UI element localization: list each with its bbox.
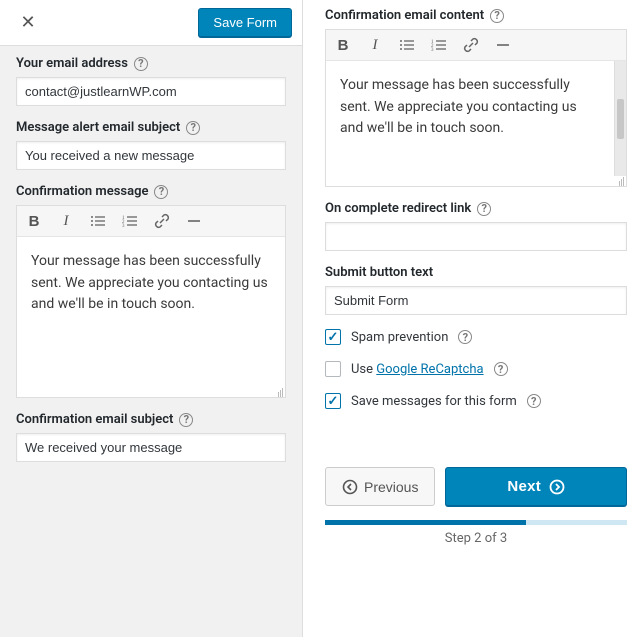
alert-subject-label: Message alert email subject ? (16, 120, 286, 135)
confirmation-message-label: Confirmation message ? (16, 184, 286, 199)
link-icon[interactable] (153, 212, 171, 230)
next-button[interactable]: Next (445, 467, 627, 506)
submit-text-field[interactable] (325, 286, 627, 315)
help-icon[interactable]: ? (477, 202, 491, 216)
redirect-label-text: On complete redirect link (325, 201, 471, 216)
conf-email-content-text: Confirmation email content (325, 8, 484, 23)
conf-subject-label: Confirmation email subject ? (16, 412, 286, 427)
svg-text:3: 3 (431, 48, 434, 53)
recaptcha-prefix: Use (351, 362, 373, 377)
email-label-text: Your email address (16, 56, 128, 71)
conf-email-editor: B I 123 Your message has been successful… (325, 29, 627, 187)
help-icon[interactable]: ? (494, 362, 508, 376)
save-messages-label: Save messages for this form (351, 394, 517, 409)
next-label: Next (507, 478, 541, 495)
spam-prevention-checkbox[interactable] (325, 329, 341, 345)
close-icon[interactable]: ✕ (14, 9, 42, 37)
italic-icon[interactable]: I (57, 212, 75, 230)
step-indicator: Step 2 of 3 (325, 531, 627, 546)
svg-text:3: 3 (122, 224, 125, 229)
confirmation-editor: B I 123 Your message has been succ (16, 205, 286, 398)
arrow-right-icon (549, 479, 565, 495)
spam-prevention-label: Spam prevention (351, 330, 448, 345)
bold-icon[interactable]: B (25, 212, 43, 230)
confirmation-editor-body[interactable]: Your message has been successfully sent.… (17, 237, 285, 387)
recaptcha-label: Use Google ReCaptcha (351, 362, 484, 377)
editor-toolbar: B I 123 (17, 206, 285, 237)
alert-subject-field[interactable] (16, 141, 286, 170)
scrollbar-thumb[interactable] (617, 99, 624, 139)
link-icon[interactable] (462, 36, 480, 54)
recaptcha-link[interactable]: Google ReCaptcha (376, 362, 483, 377)
save-button[interactable]: Save Form (198, 8, 292, 37)
email-label: Your email address ? (16, 56, 286, 71)
help-icon[interactable]: ? (527, 394, 541, 408)
submit-text-label-text: Submit button text (325, 265, 433, 280)
top-bar: ✕ Save Form (0, 0, 302, 46)
conf-subject-text: Confirmation email subject (16, 412, 173, 427)
redirect-field[interactable] (325, 222, 627, 251)
help-icon[interactable]: ? (134, 57, 148, 71)
arrow-left-icon (342, 479, 358, 495)
ordered-list-icon[interactable]: 123 (121, 212, 139, 230)
confirmation-message-text: Confirmation message (16, 184, 148, 199)
unordered-list-icon[interactable] (398, 36, 416, 54)
horizontal-rule-icon[interactable] (185, 212, 203, 230)
horizontal-rule-icon[interactable] (494, 36, 512, 54)
previous-button[interactable]: Previous (325, 467, 435, 506)
email-field[interactable] (16, 77, 286, 106)
progress-bar (325, 520, 627, 525)
save-messages-checkbox[interactable] (325, 393, 341, 409)
resize-handle-icon[interactable] (614, 177, 626, 187)
italic-icon[interactable]: I (366, 36, 384, 54)
recaptcha-checkbox[interactable] (325, 361, 341, 377)
help-icon[interactable]: ? (179, 413, 193, 427)
editor-toolbar: B I 123 (326, 30, 626, 61)
help-icon[interactable]: ? (458, 330, 472, 344)
conf-subject-field[interactable] (16, 433, 286, 462)
redirect-label: On complete redirect link ? (325, 201, 627, 216)
help-icon[interactable]: ? (154, 185, 168, 199)
alert-subject-text: Message alert email subject (16, 120, 180, 135)
ordered-list-icon[interactable]: 123 (430, 36, 448, 54)
unordered-list-icon[interactable] (89, 212, 107, 230)
bold-icon[interactable]: B (334, 36, 352, 54)
progress-bar-fill (325, 520, 526, 525)
submit-text-label: Submit button text (325, 265, 627, 280)
help-icon[interactable]: ? (490, 9, 504, 23)
conf-email-editor-body[interactable]: Your message has been successfully sent.… (326, 61, 614, 176)
resize-handle-icon[interactable] (273, 388, 285, 398)
previous-label: Previous (364, 479, 418, 495)
conf-email-content-label: Confirmation email content ? (325, 8, 627, 23)
help-icon[interactable]: ? (186, 121, 200, 135)
